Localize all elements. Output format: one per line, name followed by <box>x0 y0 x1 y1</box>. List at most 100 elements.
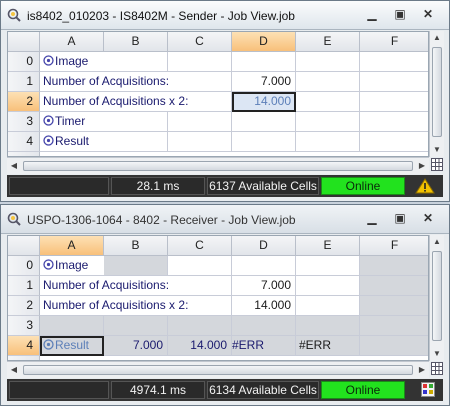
cell-b1[interactable] <box>104 72 168 92</box>
column-header-f[interactable]: F <box>360 236 428 256</box>
cell-a4[interactable]: Result <box>40 132 104 152</box>
cell-a0[interactable]: Image <box>40 256 104 276</box>
vertical-scrollbar[interactable]: ▲ ▼ <box>429 31 444 157</box>
minimize-icon[interactable]: ▁ <box>363 7 381 22</box>
cell-e2[interactable] <box>296 296 360 316</box>
scroll-thumb[interactable] <box>432 47 442 137</box>
cell-c1[interactable] <box>168 276 232 296</box>
spreadsheet[interactable]: A B C D E F 0 Image 1 Number of Acquisit… <box>7 235 429 361</box>
cell-e3[interactable] <box>296 112 360 132</box>
cell-d0[interactable] <box>232 52 296 72</box>
row-header[interactable]: 0 <box>8 52 40 72</box>
cell-a3[interactable] <box>40 316 104 336</box>
cell-f3[interactable] <box>360 112 428 132</box>
cell-c4[interactable]: 14.000 <box>168 336 232 356</box>
row-header[interactable]: 4 <box>8 336 40 356</box>
row-header[interactable]: 0 <box>8 256 40 276</box>
close-icon[interactable]: ✕ <box>419 211 437 226</box>
cell-a1[interactable]: Number of Acquisitions: <box>40 276 169 296</box>
cell-f4[interactable] <box>360 132 428 152</box>
grid-toggle-icon[interactable] <box>431 362 443 375</box>
cell-b1[interactable] <box>104 276 168 296</box>
column-header-d[interactable]: D <box>232 32 296 52</box>
cell-d3[interactable] <box>232 112 296 132</box>
cell-b3[interactable] <box>104 112 168 132</box>
spreadsheet-icon[interactable] <box>421 382 435 397</box>
column-header-c[interactable]: C <box>168 32 232 52</box>
column-header-e[interactable]: E <box>296 32 360 52</box>
corner-cell[interactable] <box>8 236 40 256</box>
cell-b4[interactable]: 7.000 <box>104 336 168 356</box>
cell-b0[interactable] <box>104 256 168 276</box>
cell-c0[interactable] <box>168 52 232 72</box>
column-header-a[interactable]: A <box>40 32 104 52</box>
column-header-d[interactable]: D <box>232 236 296 256</box>
scroll-up-icon[interactable]: ▲ <box>430 31 444 45</box>
selected-cell-a4[interactable]: Result <box>40 336 104 356</box>
scroll-up-icon[interactable]: ▲ <box>430 235 444 249</box>
cell-c1[interactable] <box>168 72 232 92</box>
cell-d3[interactable] <box>232 316 296 336</box>
cell-e1[interactable] <box>296 72 360 92</box>
cell-f1[interactable] <box>360 276 428 296</box>
row-header[interactable]: 1 <box>8 276 40 296</box>
scroll-thumb[interactable] <box>23 161 413 171</box>
cell-f4[interactable] <box>360 336 428 356</box>
cell-e0[interactable] <box>296 52 360 72</box>
column-header-c[interactable]: C <box>168 236 232 256</box>
cell-f2[interactable] <box>360 296 428 316</box>
scroll-right-icon[interactable]: ▶ <box>415 158 429 174</box>
column-header-a[interactable]: A <box>40 236 104 256</box>
cell-e3[interactable] <box>296 316 360 336</box>
cell-f2[interactable] <box>360 92 428 112</box>
column-header-b[interactable]: B <box>104 236 168 256</box>
cell-a3[interactable]: Timer <box>40 112 104 132</box>
cell-a2[interactable]: Number of Acquisitions x 2: <box>40 296 188 316</box>
row-header[interactable]: 1 <box>8 72 40 92</box>
cell-d1[interactable]: 7.000 <box>232 276 296 296</box>
cell-d4[interactable] <box>232 132 296 152</box>
column-header-f[interactable]: F <box>360 32 428 52</box>
maximize-icon[interactable]: ▣ <box>391 211 409 226</box>
cell-c4[interactable] <box>168 132 232 152</box>
horizontal-scrollbar[interactable]: ◀ ▶ <box>7 361 429 378</box>
grid-toggle-icon[interactable] <box>431 158 443 171</box>
horizontal-scrollbar[interactable]: ◀ ▶ <box>7 157 429 174</box>
cell-e1[interactable] <box>296 276 360 296</box>
minimize-icon[interactable]: ▁ <box>363 211 381 226</box>
cell-f1[interactable] <box>360 72 428 92</box>
cell-d4[interactable]: #ERR <box>232 336 296 356</box>
cell-b2[interactable] <box>104 92 168 112</box>
scroll-left-icon[interactable]: ◀ <box>7 158 21 174</box>
row-header[interactable]: 2 <box>8 296 40 316</box>
cell-e2[interactable] <box>296 92 360 112</box>
row-header[interactable]: 4 <box>8 132 40 152</box>
row-header[interactable]: 2 <box>8 92 40 112</box>
warning-icon[interactable] <box>411 178 439 194</box>
cell-e0[interactable] <box>296 256 360 276</box>
title-bar[interactable]: USPO-1306-1064 - 8402 - Receiver - Job V… <box>1 205 449 234</box>
cell-e4[interactable] <box>296 132 360 152</box>
title-bar[interactable]: is8402_010203 - IS8402M - Sender - Job V… <box>1 1 449 30</box>
cell-b3[interactable] <box>104 316 168 336</box>
scroll-thumb[interactable] <box>432 251 442 341</box>
cell-a1[interactable]: Number of Acquisitions: <box>40 72 169 92</box>
cell-a0[interactable]: Image <box>40 52 104 72</box>
scroll-thumb[interactable] <box>23 365 413 375</box>
cell-f0[interactable] <box>360 256 428 276</box>
column-header-b[interactable]: B <box>104 32 168 52</box>
column-header-e[interactable]: E <box>296 236 360 256</box>
cell-c3[interactable] <box>168 112 232 132</box>
cell-b2[interactable] <box>104 296 168 316</box>
selected-cell-d2[interactable]: 14.000 <box>232 92 296 112</box>
cell-f3[interactable] <box>360 316 428 336</box>
cell-d1[interactable]: 7.000 <box>232 72 296 92</box>
scroll-down-icon[interactable]: ▼ <box>430 143 444 157</box>
close-icon[interactable]: ✕ <box>419 7 437 22</box>
corner-cell[interactable] <box>8 32 40 52</box>
cell-a2[interactable]: Number of Acquisitions x 2: <box>40 92 188 112</box>
cell-c3[interactable] <box>168 316 232 336</box>
maximize-icon[interactable]: ▣ <box>391 7 409 22</box>
cell-b0[interactable] <box>104 52 168 72</box>
cell-d0[interactable] <box>232 256 296 276</box>
